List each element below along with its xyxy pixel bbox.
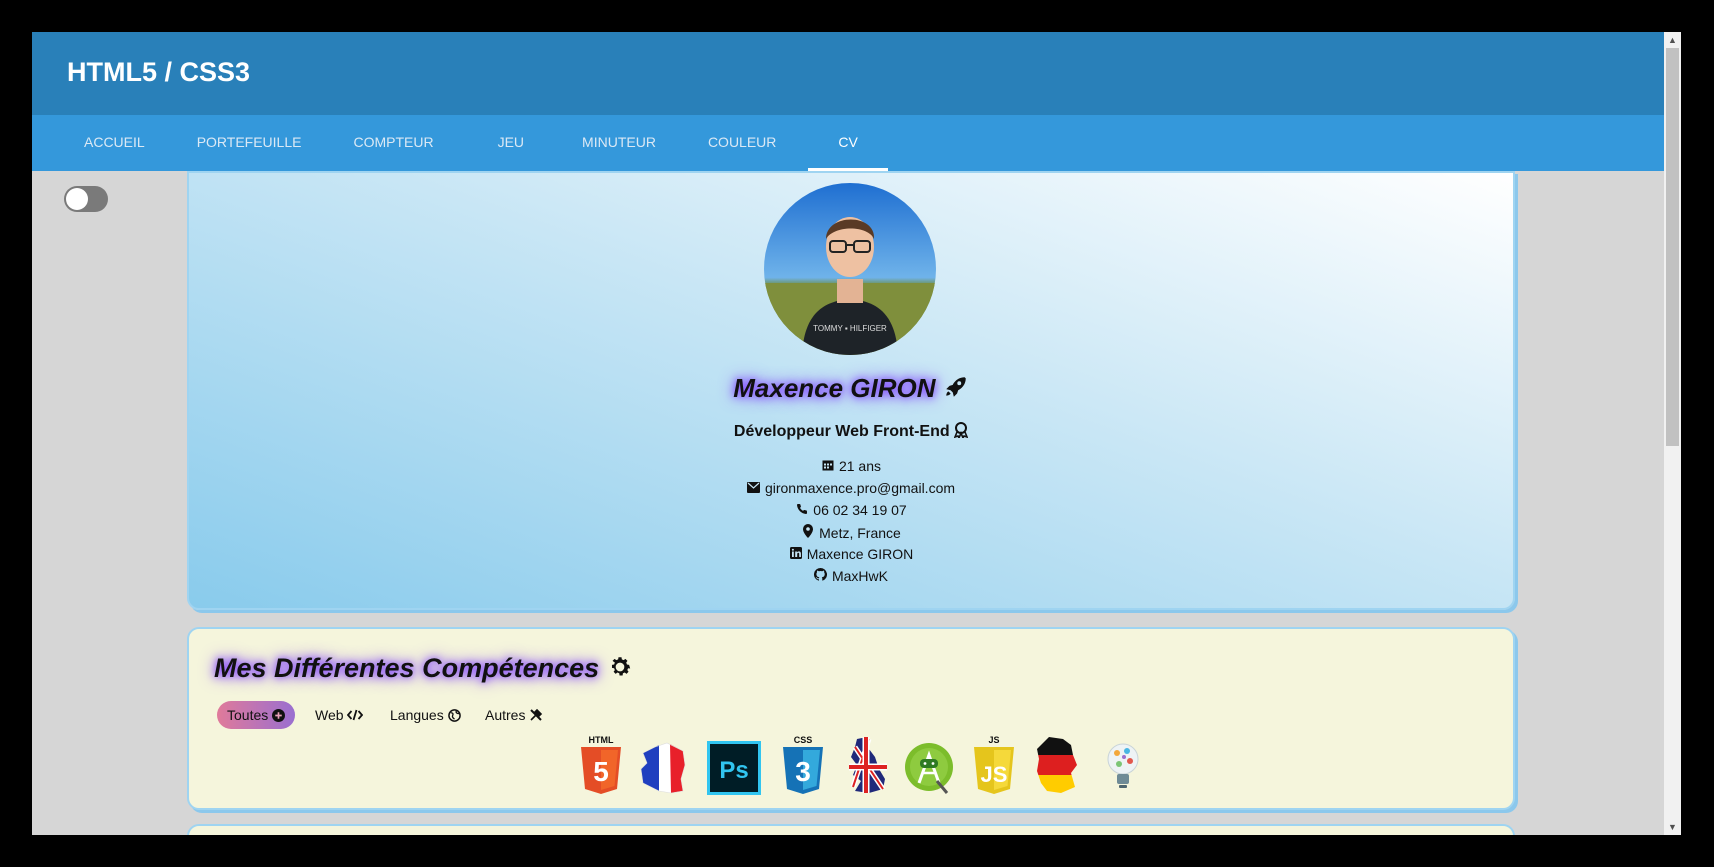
plus-circle-icon [272,707,286,723]
scroll-up-arrow-icon[interactable]: ▲ [1664,32,1681,48]
toggle-knob [66,188,88,210]
linkedin-icon [789,547,803,562]
tab-accueil[interactable]: ACCUEIL [58,115,171,171]
phone-icon [795,503,809,518]
avatar: TOMMY ▪ HILFIGER [764,183,936,355]
info-github: MaxHwK [189,568,1513,584]
github-icon [814,568,828,584]
svg-text:3: 3 [795,756,811,787]
calendar-icon [821,459,835,474]
browser-viewport: HTML5 / CSS3 ACCUEIL PORTEFEUILLE COMPTE… [32,32,1681,835]
filter-web-label: Web [315,707,344,723]
photoshop-logo[interactable]: Ps [707,741,761,801]
linkedin-link[interactable]: Maxence GIRON [807,546,914,562]
vertical-scrollbar[interactable]: ▲ ▼ [1664,32,1681,835]
skills-card: Mes Différentes Compétences Toutes Web L… [187,627,1515,810]
filter-toutes-label: Toutes [227,707,269,723]
svg-text:TOMMY ▪ HILFIGER: TOMMY ▪ HILFIGER [813,324,887,333]
lightbulb-icon[interactable] [1097,735,1149,795]
info-linkedin: Maxence GIRON [189,546,1513,562]
svg-text:CSS: CSS [794,735,813,745]
tab-cv[interactable]: CV [808,115,889,171]
filter-web[interactable]: Web [315,701,364,729]
info-phone: 06 02 34 19 07 [189,502,1513,518]
age-text: 21 ans [838,458,882,474]
scroll-down-arrow-icon[interactable]: ▼ [1664,819,1681,835]
tab-jeu[interactable]: JEU [466,115,556,171]
tab-portefeuille[interactable]: PORTEFEUILLE [171,115,328,171]
france-flag-map[interactable] [637,735,689,795]
profile-card: TOMMY ▪ HILFIGER Maxence GIRON Développe… [187,171,1515,610]
android-studio-logo[interactable] [903,735,955,795]
info-age: 21 ans [189,458,1513,474]
tab-couleur[interactable]: COULEUR [682,115,802,171]
html5-logo[interactable]: HTML 5 [575,735,627,795]
profile-role-text: Développeur Web Front-End [733,423,950,440]
tab-minuteur[interactable]: MINUTEUR [556,115,682,171]
svg-text:JS: JS [988,735,999,745]
css3-logo[interactable]: CSS 3 [777,735,829,795]
javascript-logo[interactable]: JS JS [968,735,1020,795]
skills-title-text: Mes Différentes Compétences [214,653,600,683]
main-nav: ACCUEIL PORTEFEUILLE COMPTEUR JEU MINUTE… [32,115,1664,171]
profile-name: Maxence GIRON [189,373,1513,404]
info-location: Metz, France [189,524,1513,541]
svg-text:HTML: HTML [589,735,614,745]
svg-text:5: 5 [593,756,609,787]
map-marker-icon [801,524,815,541]
uk-flag-map[interactable] [839,735,891,795]
envelope-icon [747,482,761,496]
tools-icon [529,707,543,723]
phone-text: 06 02 34 19 07 [813,502,907,518]
profile-role: Développeur Web Front-End [189,422,1513,441]
gear-icon [607,653,633,683]
filter-autres[interactable]: Autres [485,701,543,729]
filter-langues-label: Langues [390,707,444,723]
theme-toggle[interactable] [64,186,108,212]
info-email: gironmaxence.pro@gmail.com [189,480,1513,496]
github-link[interactable]: MaxHwK [832,568,888,584]
profile-name-text: Maxence GIRON [733,373,936,403]
next-section-card [187,824,1515,835]
skills-title: Mes Différentes Compétences [214,653,633,684]
germany-flag-map[interactable] [1031,735,1083,795]
location-text: Metz, France [819,525,901,541]
filter-toutes[interactable]: Toutes [217,701,296,729]
globe-icon [447,707,461,723]
site-header: HTML5 / CSS3 [32,32,1664,115]
filter-langues[interactable]: Langues [390,701,461,729]
rocket-icon [943,373,969,403]
svg-text:JS: JS [981,762,1008,787]
scrollbar-thumb[interactable] [1666,48,1679,446]
code-icon [347,707,364,723]
site-title: HTML5 / CSS3 [67,57,251,87]
award-icon [953,422,969,440]
filter-autres-label: Autres [485,707,526,723]
email-link[interactable]: gironmaxence.pro@gmail.com [765,480,955,496]
tab-compteur[interactable]: COMPTEUR [327,115,465,171]
svg-text:Ps: Ps [719,757,748,784]
